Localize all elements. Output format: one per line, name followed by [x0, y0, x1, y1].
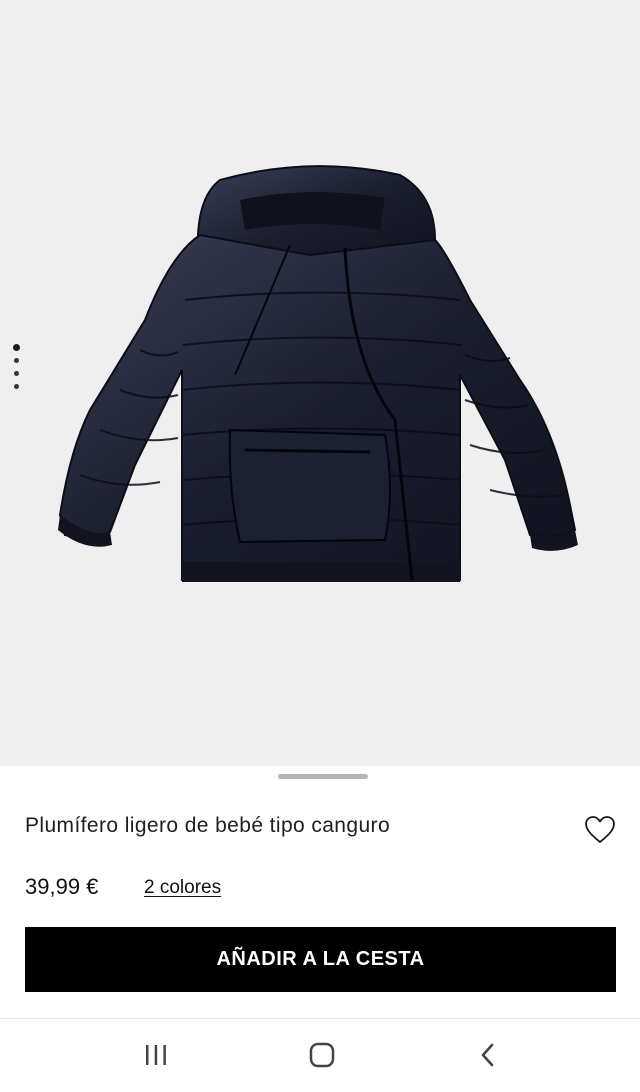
- product-info-sheet: Plumífero ligero de bebé tipo canguro 39…: [0, 766, 640, 1018]
- colors-link[interactable]: 2 colores: [144, 877, 221, 899]
- pager-dot[interactable]: [14, 358, 19, 363]
- pager-dot[interactable]: [14, 384, 19, 389]
- pager-dot-active[interactable]: [13, 344, 20, 351]
- add-to-cart-button[interactable]: AÑADIR A LA CESTA: [25, 927, 616, 992]
- product-title: Plumífero ligero de bebé tipo canguro: [25, 814, 391, 837]
- product-image: [58, 165, 578, 582]
- product-image-gallery[interactable]: [0, 0, 640, 766]
- home-button[interactable]: [300, 1037, 344, 1073]
- sheet-grabber[interactable]: [278, 774, 368, 779]
- heart-outline-icon: [585, 816, 615, 843]
- system-navigation-bar: [0, 1019, 640, 1092]
- home-icon: [309, 1042, 335, 1068]
- recent-apps-icon: [146, 1045, 166, 1065]
- favorite-button[interactable]: [582, 813, 618, 847]
- recent-apps-button[interactable]: [134, 1037, 178, 1073]
- product-price: 39,99 €: [25, 874, 99, 899]
- image-pager[interactable]: [10, 342, 24, 392]
- pager-dot[interactable]: [14, 371, 19, 376]
- back-button[interactable]: [466, 1037, 510, 1073]
- back-chevron-icon: [481, 1043, 494, 1067]
